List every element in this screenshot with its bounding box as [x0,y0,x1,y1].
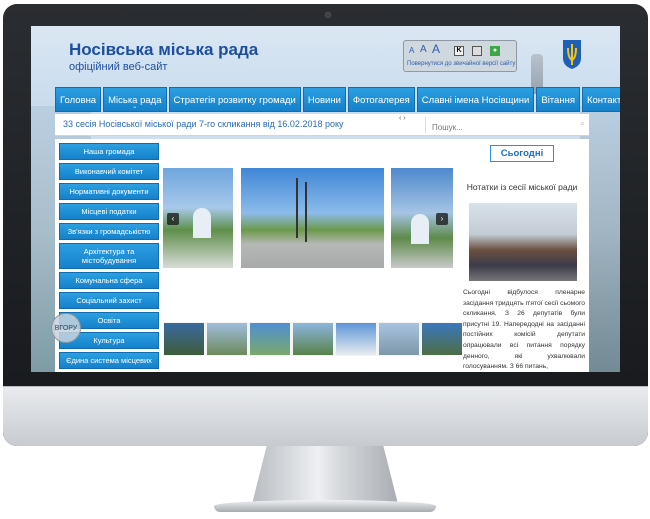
color-scheme-icon[interactable]: ● [490,46,500,56]
nav-gallery-label: Фотогалерея [352,95,410,106]
browser-viewport: Носівська міська рада офіційний веб-сайт… [31,26,620,372]
search-box: ⌕ [425,117,589,135]
search-icon[interactable]: ⌕ [580,118,585,129]
search-input[interactable] [426,120,566,135]
nav-greetings[interactable]: Вітання [536,87,580,112]
nav-city-council[interactable]: Міська рада ⌄ [103,87,167,112]
sidebar-item-community[interactable]: Наша громада [59,143,159,160]
thumbnail[interactable] [336,323,376,355]
monitor-base [214,500,436,512]
main-navigation: Головна Міська рада ⌄ Стратегія розвитку … [55,87,620,112]
sidebar-item-public-relations[interactable]: Зв'язки з громадськістю [59,223,159,240]
thumbnail[interactable] [422,323,462,355]
monitor-stand [252,446,398,504]
gallery-next-button[interactable]: › [436,213,448,225]
sidebar-item-social-protection[interactable]: Соціальний захист [59,292,159,309]
news-ticker-bar: 33 сесія Носівської міської ради 7-го ск… [55,114,589,136]
church-shape [193,208,211,238]
accessibility-panel: A A A K ● Повернутися до звичайної версі… [403,40,517,72]
sidebar-item-executive-committee[interactable]: Виконавчий комітет [59,163,159,180]
nav-contacts-label: Контакти [586,95,620,106]
news-photo[interactable] [469,203,577,281]
sidebar-item-normative-docs[interactable]: Нормативні документи [59,183,159,200]
thumbnail[interactable] [164,323,204,355]
news-title-link[interactable]: Нотатки із сесії міської ради [459,182,585,192]
nav-news[interactable]: Новини [302,87,346,112]
images-toggle-icon[interactable] [472,46,482,56]
today-column: Сьогодні Нотатки із сесії міської ради С… [459,145,585,370]
nav-contacts[interactable]: Контакти [581,87,620,112]
nav-famous-names-label: Славні імена Носівщини [421,95,530,106]
main-content: Наша громада Виконавчий комітет Норматив… [55,139,589,372]
chevron-down-icon: ⌄ [132,104,138,110]
font-medium-button[interactable]: A [420,44,427,55]
thumbnail[interactable] [293,323,333,355]
sidebar-item-local-taxes[interactable]: Місцеві податки [59,203,159,220]
nav-strategy-label: Стратегія розвитку громади [173,95,296,106]
today-header: Сьогодні [490,145,554,162]
normal-version-link[interactable]: Повернутися до звичайної версії сайту [407,61,515,67]
nav-news-label: Новини [307,95,341,106]
scroll-top-button[interactable]: ВГОРУ [51,313,81,343]
coat-of-arms-icon [563,40,581,69]
thumbnail[interactable] [250,323,290,355]
thumbnail[interactable] [379,323,419,355]
nav-home[interactable]: Головна [55,87,102,112]
nav-greetings-label: Вітання [541,95,575,106]
nav-strategy[interactable]: Стратегія розвитку громади [168,87,301,112]
camera-dot [325,12,331,18]
street-lamp [305,182,307,242]
site-title[interactable]: Носівська міська рада [69,40,258,60]
nav-home-label: Головна [60,95,97,106]
photo-gallery: ‹ › [163,145,453,335]
font-large-button[interactable]: A [432,42,440,56]
monitor-chin [3,386,648,446]
nav-famous-names[interactable]: Славні імена Носівщини [416,87,535,112]
sidebar-item-architecture[interactable]: Архітектура та містобудування [59,243,159,269]
sidebar-item-utilities[interactable]: Комунальна сфера [59,272,159,289]
news-ticker-link[interactable]: 33 сесія Носівської міської ради 7-го ск… [63,119,344,129]
font-small-button[interactable]: A [409,46,414,55]
nav-gallery[interactable]: Фотогалерея [347,87,415,112]
ticker-arrows[interactable]: ‹ › [399,115,406,122]
church-shape [411,214,429,244]
gallery-prev-button[interactable]: ‹ [167,213,179,225]
sidebar-item-unified-system[interactable]: Єдина система місцевих [59,352,159,369]
thumbnail[interactable] [207,323,247,355]
news-body: Сьогодні відбулося пленарне засідання тр… [463,289,585,371]
street-lamp [296,178,298,238]
gallery-thumbnails [163,322,462,356]
site-subtitle: офіційний веб-сайт [69,61,168,73]
contrast-button[interactable]: K [454,46,464,56]
gallery-photo-square[interactable] [241,168,384,268]
